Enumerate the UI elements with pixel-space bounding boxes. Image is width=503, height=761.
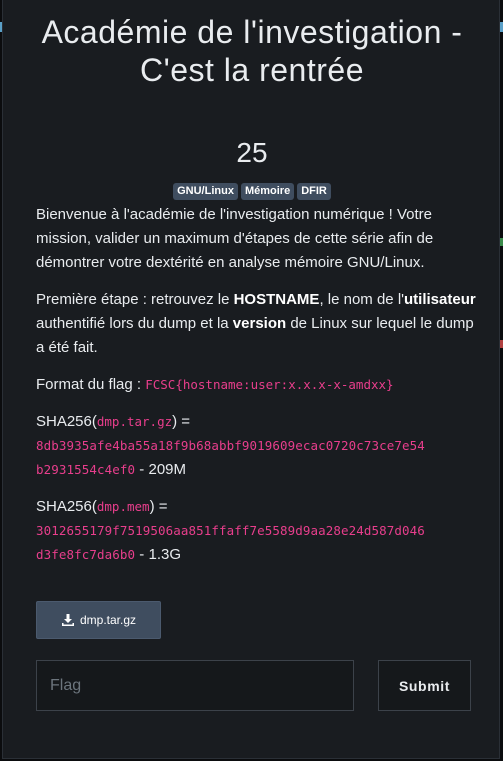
challenge-points: 25 [236, 137, 268, 168]
step-text: Première étape : retrouvez le [36, 291, 234, 308]
hash-code: d3fe8fc7da6b0 [36, 547, 136, 562]
sha-label: ) = [149, 498, 168, 515]
hostname-emphasis: HOSTNAME [233, 291, 320, 308]
download-label: dmp.tar.gz [79, 613, 137, 627]
challenge-tags: GNU/Linux Mémoire DFIR [3, 183, 501, 200]
flag-format-code: FCSC{hostname:user:x.x.x-x-amdxx} [145, 377, 394, 392]
hash-code: b2931554c4ef0 [36, 462, 136, 477]
step-paragraph: Première étape : retrouvez le HOSTNAME, … [36, 288, 481, 360]
submit-button[interactable]: Submit [378, 660, 471, 711]
version-emphasis: version [232, 315, 287, 332]
flag-format-label: Format du flag : [36, 376, 146, 393]
flag-input[interactable] [36, 660, 354, 711]
sha-label: SHA256( [36, 498, 97, 515]
sha-label: SHA256( [36, 413, 97, 430]
download-icon [61, 614, 74, 626]
tag-memoire: Mémoire [240, 183, 295, 200]
hash-code: 8db3935afe4ba55a18f9b68abbf9019609ecac07… [36, 438, 425, 453]
intro-paragraph: Bienvenue à l'académie de l'investigatio… [36, 206, 434, 271]
challenge-title: Académie de l'investigation - C'est la r… [41, 14, 463, 88]
tag-dfir: DFIR [297, 183, 331, 200]
file-size: - 1.3G [135, 546, 181, 563]
step-text: , le nom de l' [319, 291, 405, 308]
file-size: - 209M [135, 461, 186, 478]
challenge-modal: Académie de l'investigation - C'est la r… [2, 0, 500, 759]
step-text: authentifié lors du dump et la [36, 315, 233, 332]
flag-format-paragraph: Format du flag : FCSC{hostname:user:x.x.… [36, 373, 481, 397]
download-file-button[interactable]: dmp.tar.gz [36, 601, 161, 639]
file-name-code: dmp.mem [96, 499, 150, 514]
hash-code: 3012655179f7519506aa851ffaff7e5589d9aa28… [36, 523, 425, 538]
user-emphasis: utilisateur [404, 291, 476, 308]
sha-paragraph-mem: SHA256(dmp.mem) = 3012655179f7519506aa851… [36, 495, 481, 567]
sha-paragraph-tar: SHA256(dmp.tar.gz) = 8db3935afe4ba55a18f9… [36, 410, 481, 482]
file-name-code: dmp.tar.gz [96, 414, 173, 429]
challenge-description: Bienvenue à l'académie de l'investigatio… [36, 203, 481, 580]
sha-label: ) = [172, 413, 191, 430]
tag-gnu-linux: GNU/Linux [173, 183, 238, 200]
